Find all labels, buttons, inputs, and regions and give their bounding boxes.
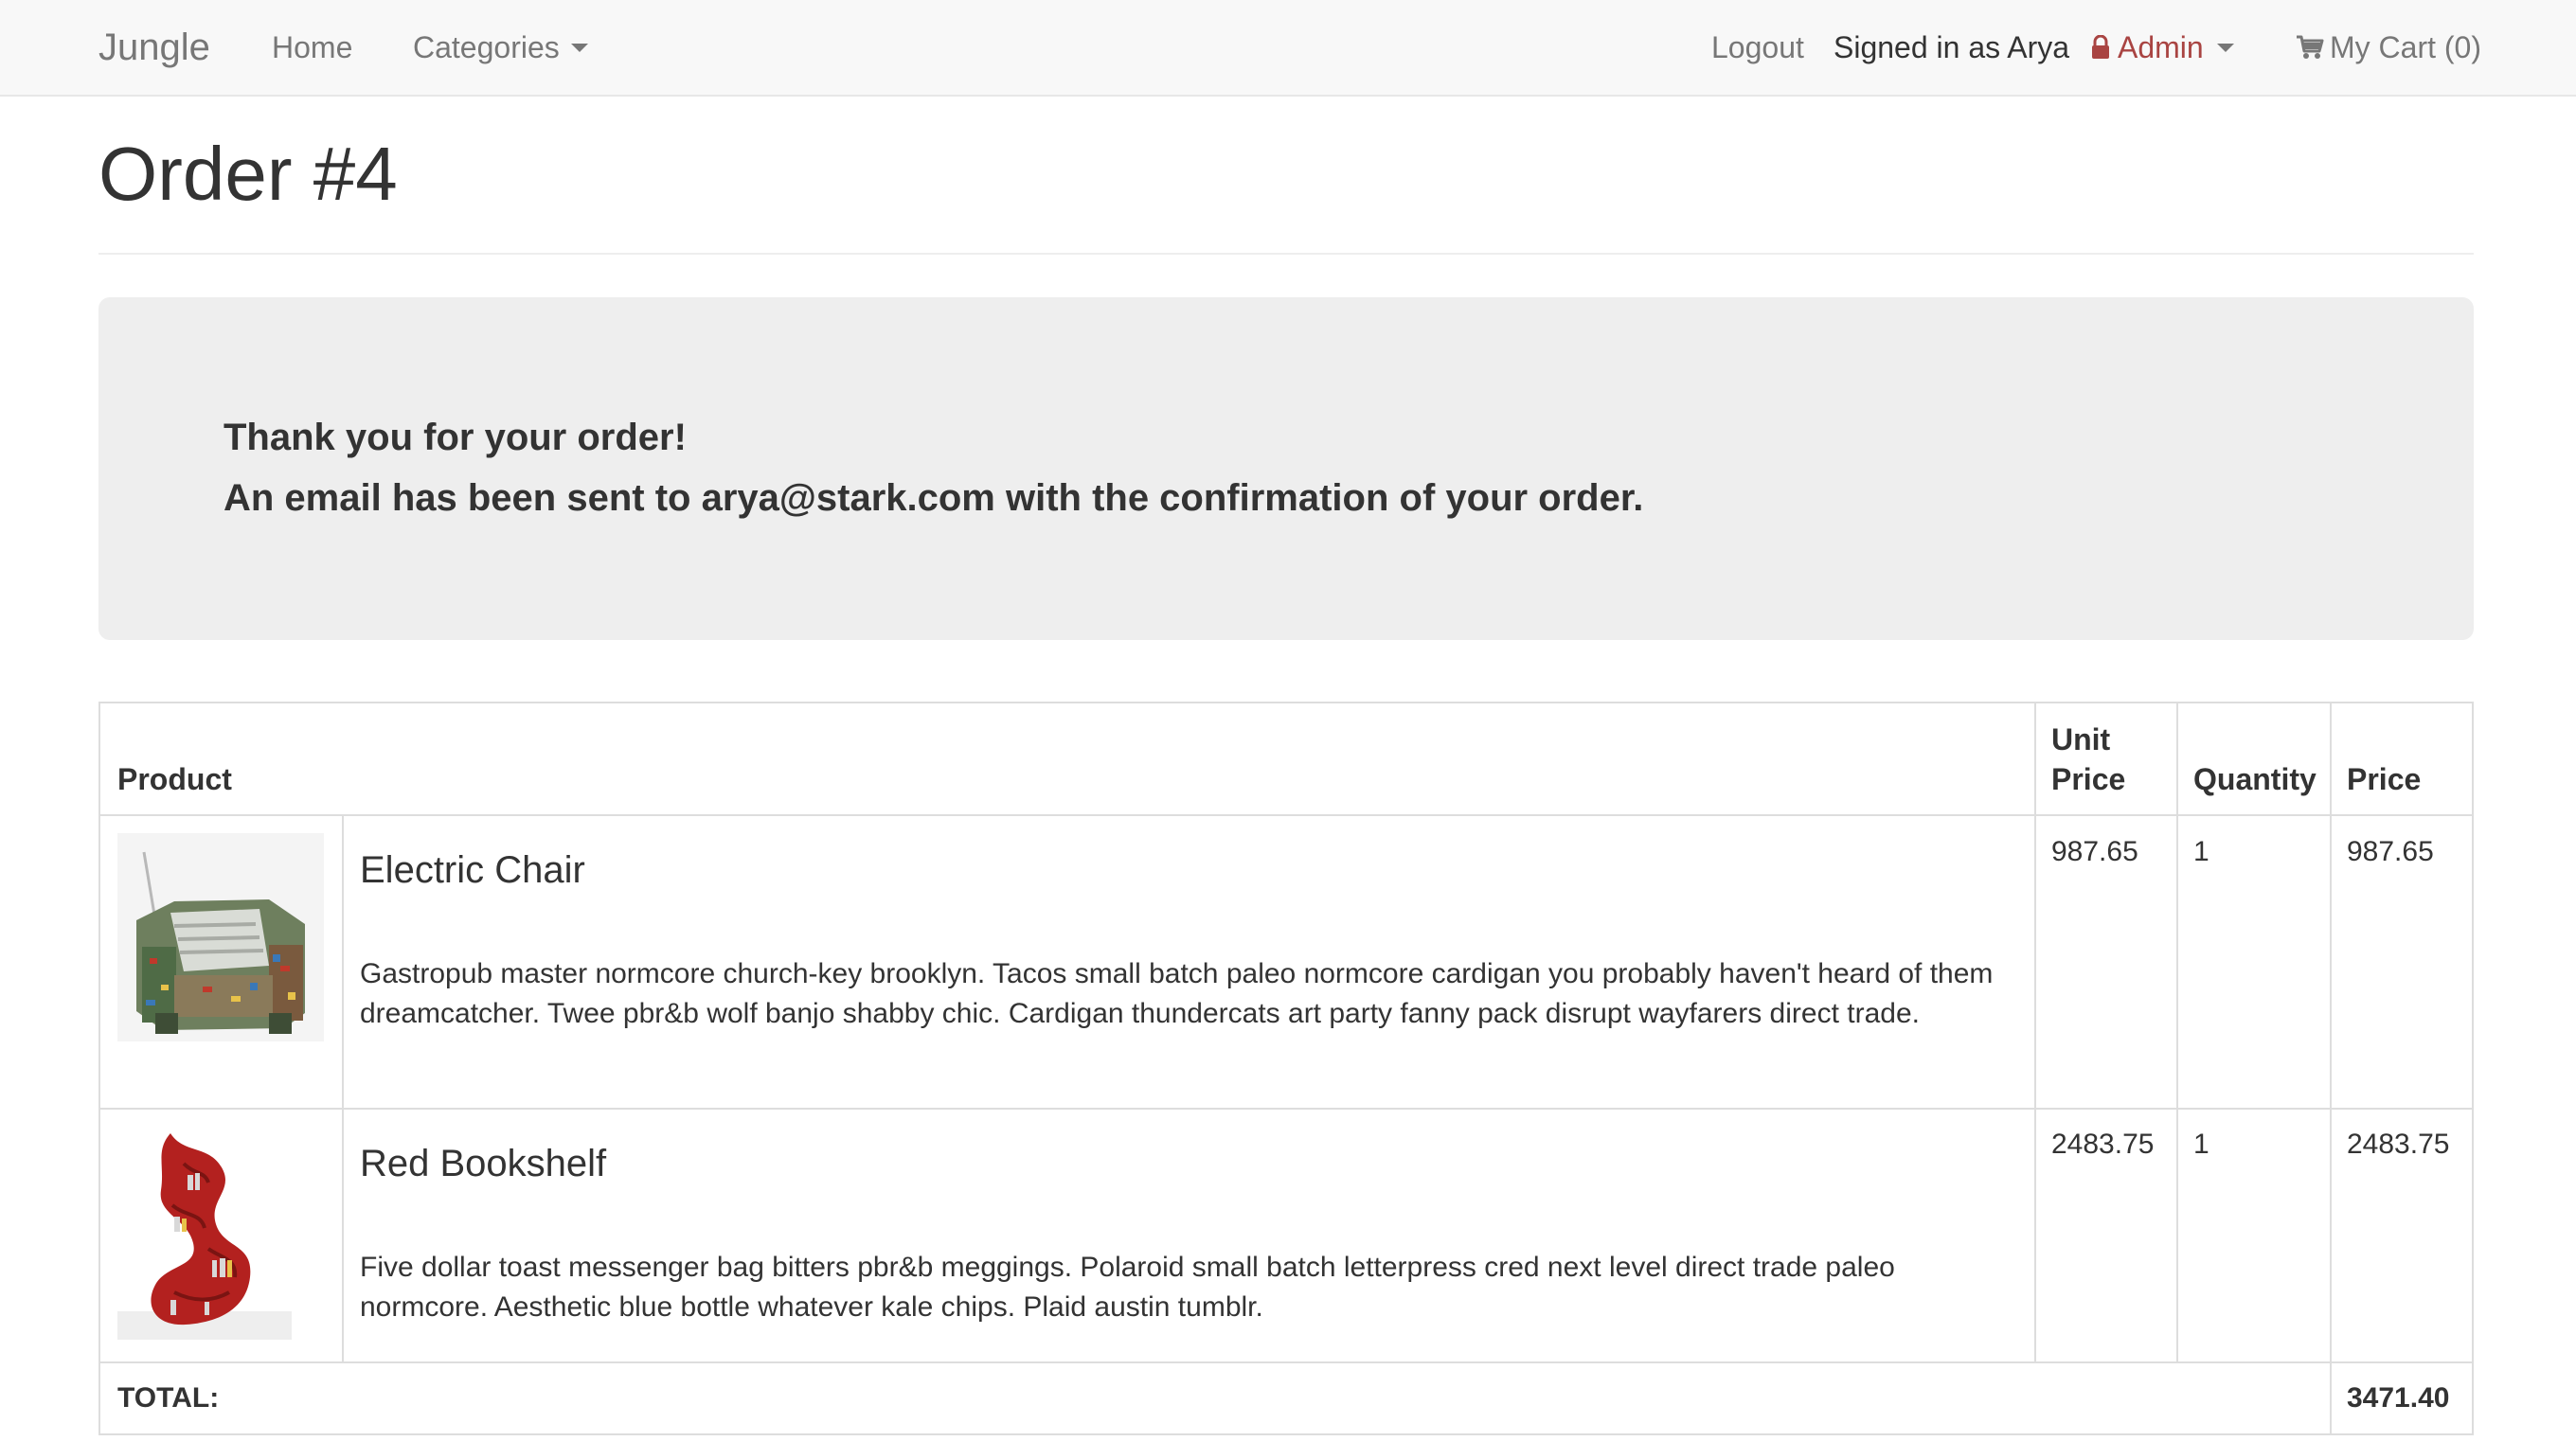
price-cell: 2483.75	[2347, 1129, 2450, 1160]
nav-home-link[interactable]: Home	[272, 0, 352, 95]
price-cell: 987.65	[2347, 836, 2434, 867]
chevron-down-icon	[2216, 44, 2234, 53]
column-divider	[2176, 703, 2178, 1361]
row-divider	[100, 814, 2472, 816]
order-confirmation-panel: Thank you for your order! An email has b…	[98, 297, 2474, 640]
unit-price-cell: 2483.75	[2051, 1129, 2155, 1160]
admin-label: Admin	[2118, 30, 2204, 64]
column-divider	[2034, 703, 2036, 1361]
page-title: Order #4	[98, 132, 398, 216]
red-bookshelf-image	[117, 1133, 292, 1340]
email-confirmation-message: An email has been sent to arya@stark.com…	[224, 477, 1644, 519]
electric-chair-image	[117, 833, 324, 1041]
shopping-cart-icon	[2297, 35, 2324, 59]
column-divider	[2330, 703, 2332, 1435]
product-description: Five dollar toast messenger bag bitters …	[360, 1252, 1895, 1323]
chevron-down-icon	[570, 44, 588, 53]
product-name[interactable]: Red Bookshelf	[360, 1141, 606, 1186]
lock-icon	[2092, 34, 2109, 59]
total-value: 3471.40	[2347, 1382, 2450, 1414]
total-label: TOTAL:	[117, 1382, 220, 1414]
quantity-cell: 1	[2193, 1129, 2209, 1160]
logout-link[interactable]: Logout	[1711, 0, 1804, 95]
header-product: Product	[117, 762, 232, 796]
nav-categories-dropdown[interactable]: Categories	[413, 0, 588, 95]
navbar: Jungle Home Categories Logout Signed in …	[0, 0, 2576, 97]
product-name[interactable]: Electric Chair	[360, 847, 585, 893]
header-unit-price-line1: Unit	[2051, 722, 2111, 756]
header-divider	[98, 253, 2474, 255]
row-divider	[100, 1361, 2472, 1363]
thank-you-message: Thank you for your order!	[224, 417, 687, 458]
admin-dropdown[interactable]: Admin	[2091, 0, 2234, 95]
my-cart-label: My Cart (0)	[2330, 30, 2481, 64]
my-cart-link[interactable]: My Cart (0)	[2296, 0, 2481, 95]
row-divider	[100, 1108, 2472, 1110]
nav-categories-label: Categories	[413, 30, 560, 64]
product-description: Gastropub master normcore church-key bro…	[360, 958, 1994, 1029]
column-divider	[342, 816, 344, 1361]
header-quantity: Quantity	[2193, 762, 2317, 796]
signed-in-text: Signed in as Arya	[1834, 30, 2070, 64]
order-items-table: Product Unit Price Quantity Price Electr…	[98, 702, 2474, 1435]
quantity-cell: 1	[2193, 836, 2209, 867]
header-unit-price-line2: Price	[2051, 762, 2126, 796]
header-price: Price	[2347, 762, 2422, 796]
brand-link[interactable]: Jungle	[98, 0, 210, 95]
unit-price-cell: 987.65	[2051, 836, 2138, 867]
